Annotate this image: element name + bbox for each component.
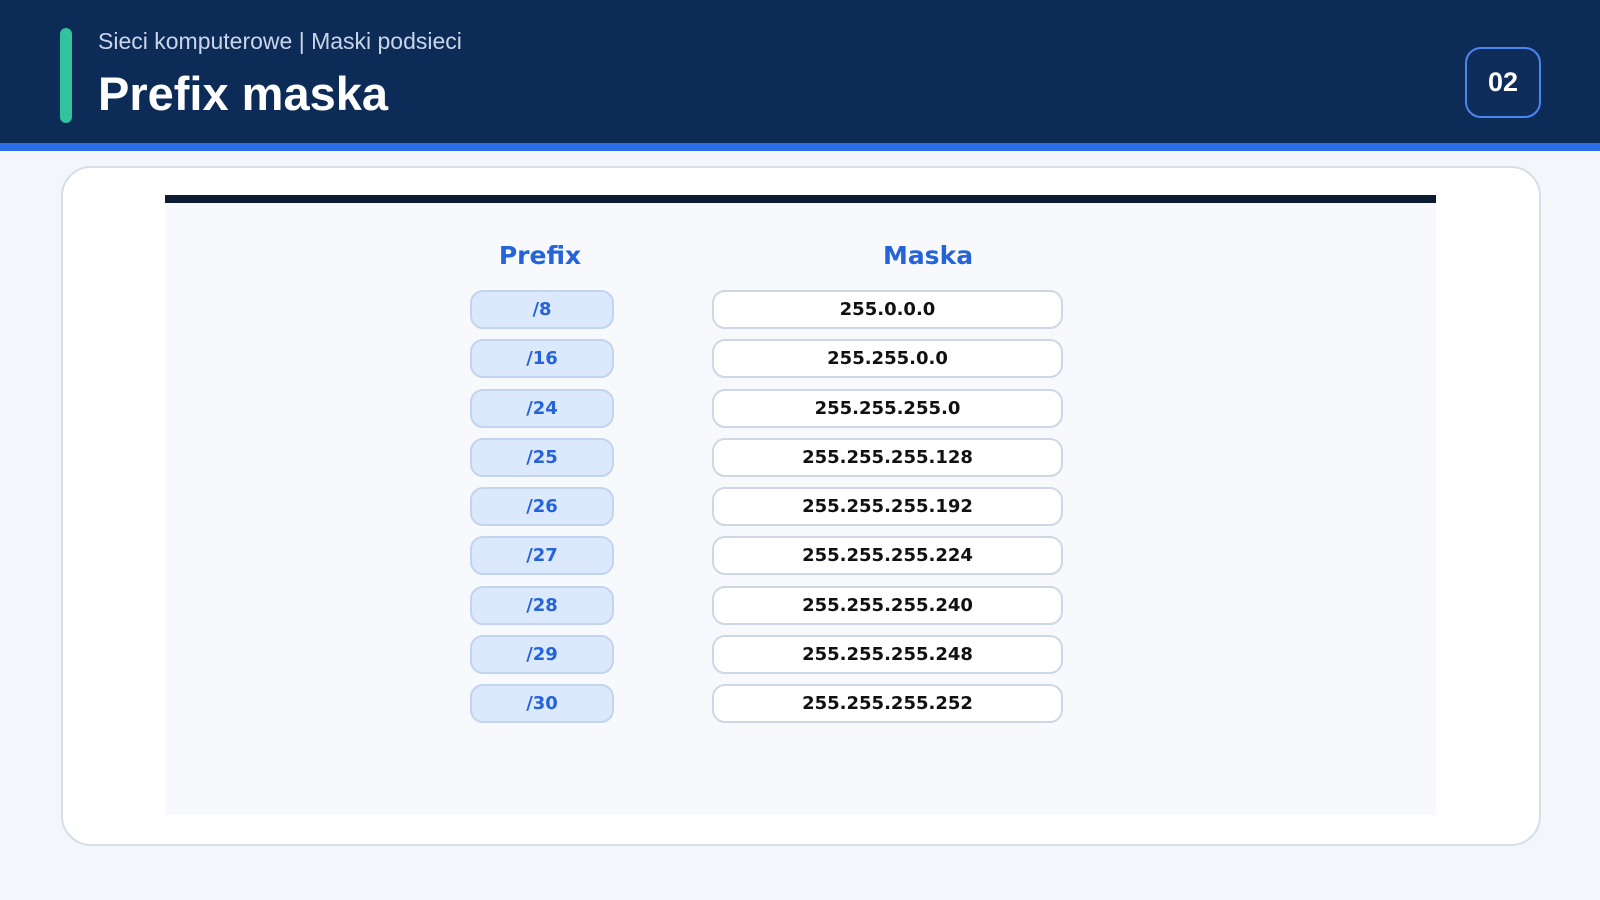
- mask-cell: 255.255.255.128: [712, 437, 1063, 477]
- table-row: /30 255.255.255.252: [165, 684, 1436, 733]
- panel-top-border: [165, 195, 1436, 203]
- prefix-column-header: Prefix: [498, 241, 582, 270]
- table-rows: /8 255.0.0.0 /16 255.255.0.0 /24 255.255…: [165, 290, 1436, 734]
- accent-bar: [60, 28, 72, 123]
- prefix-cell: /26: [470, 487, 614, 527]
- mask-cell: 255.0.0.0: [712, 290, 1063, 329]
- table-row: /28 255.255.255.240: [165, 585, 1436, 635]
- prefix-cell: /30: [470, 684, 614, 724]
- page-subtitle: Sieci komputerowe | Maski podsieci: [98, 28, 462, 54]
- prefix-cell: /28: [470, 585, 614, 625]
- prefix-cell: /27: [470, 536, 614, 576]
- table-row: /8 255.0.0.0: [165, 290, 1436, 339]
- mask-column-header: Maska: [882, 241, 974, 270]
- table-panel: Prefix Maska /8 255.0.0.0 /16 255.255.0.…: [165, 195, 1436, 815]
- table-row: /24 255.255.255.0: [165, 388, 1436, 438]
- table-row: /27 255.255.255.224: [165, 536, 1436, 585]
- prefix-cell: /8: [470, 290, 614, 329]
- mask-cell: 255.255.255.240: [712, 585, 1063, 625]
- mask-cell: 255.255.0.0: [712, 339, 1063, 379]
- mask-cell: 255.255.255.224: [712, 536, 1063, 576]
- mask-cell: 255.255.255.0: [712, 388, 1063, 428]
- table-row: /16 255.255.0.0: [165, 339, 1436, 388]
- table-row: /26 255.255.255.192: [165, 487, 1436, 536]
- table-row: /29 255.255.255.248: [165, 635, 1436, 684]
- prefix-cell: /16: [470, 339, 614, 379]
- table-row: /25 255.255.255.128: [165, 437, 1436, 487]
- page-number-badge: 02: [1465, 47, 1541, 118]
- mask-cell: 255.255.255.248: [712, 635, 1063, 675]
- prefix-cell: /25: [470, 437, 614, 477]
- prefix-cell: /29: [470, 635, 614, 675]
- prefix-cell: /24: [470, 388, 614, 428]
- page-title: Prefix maska: [98, 67, 389, 120]
- header-stripe: [0, 143, 1600, 151]
- mask-cell: 255.255.255.192: [712, 487, 1063, 527]
- mask-cell: 255.255.255.252: [712, 684, 1063, 724]
